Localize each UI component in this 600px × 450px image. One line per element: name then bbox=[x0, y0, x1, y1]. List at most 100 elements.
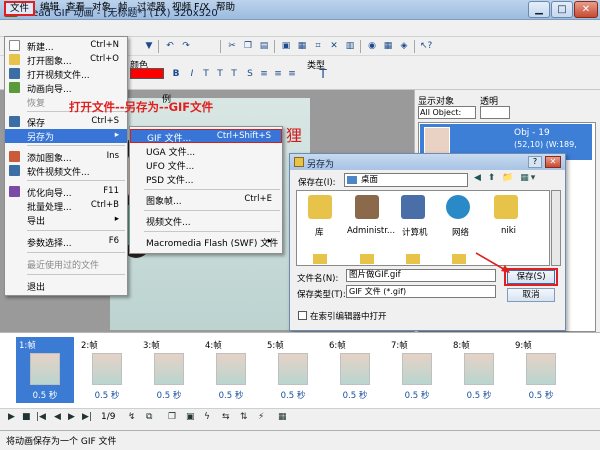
menu-object[interactable]: 对象 bbox=[88, 1, 115, 16]
add-frame-icon[interactable]: ↯ bbox=[128, 412, 136, 422]
menu-file[interactable]: 文件 bbox=[4, 1, 36, 16]
delete-icon[interactable]: ✕ bbox=[328, 40, 340, 52]
frame-properties-icon[interactable]: ▣ bbox=[186, 412, 195, 422]
bold-icon[interactable]: B bbox=[170, 68, 182, 80]
align-center-icon[interactable]: ≡ bbox=[272, 68, 284, 80]
redo-icon[interactable]: ↷ bbox=[180, 40, 192, 52]
file-menu-open-image[interactable]: 打开图象... Ctrl+O bbox=[5, 53, 127, 67]
help-pointer-icon[interactable]: ↖? bbox=[420, 40, 432, 52]
transition-icon[interactable]: ⇅ bbox=[240, 412, 248, 422]
stop-icon[interactable]: ■ bbox=[22, 412, 31, 422]
folder-icon[interactable] bbox=[452, 254, 466, 264]
menu-edit[interactable]: 编辑 bbox=[36, 1, 63, 16]
save-as-uga[interactable]: UGA 文件... bbox=[130, 144, 282, 158]
save-as-video[interactable]: 视频文件... bbox=[130, 214, 282, 228]
properties-icon[interactable]: ▥ bbox=[344, 40, 356, 52]
menu-frame[interactable]: 帧 bbox=[114, 1, 132, 16]
file-menu-wizard[interactable]: 动画向导... bbox=[5, 81, 127, 95]
library-folder-icon[interactable] bbox=[308, 195, 332, 219]
effect-icon[interactable]: ⚡ bbox=[258, 412, 264, 422]
frame-thumbnail[interactable]: 2:帧 0.5 秒 bbox=[78, 337, 136, 403]
align-right-icon[interactable]: ≡ bbox=[286, 68, 298, 80]
filetype-select[interactable]: GIF 文件 (*.gif) bbox=[346, 285, 496, 298]
network-icon[interactable] bbox=[446, 195, 470, 219]
minimize-button[interactable]: ▁ bbox=[528, 1, 550, 18]
text-style2-icon[interactable]: T bbox=[228, 68, 240, 80]
niki-folder-icon[interactable] bbox=[494, 195, 518, 219]
folder-icon[interactable] bbox=[406, 254, 420, 264]
optimize-icon[interactable]: ◈ bbox=[398, 40, 410, 52]
dialog-close-button[interactable]: ✕ bbox=[545, 156, 561, 168]
delete-frame-icon[interactable]: ❐ bbox=[168, 412, 176, 422]
text-style-icon[interactable]: T bbox=[214, 68, 226, 80]
file-menu-open-video[interactable]: 打开视频文件... bbox=[5, 67, 127, 81]
menu-video-fx[interactable]: 视频 F/X bbox=[168, 1, 213, 16]
save-as-image-frames[interactable]: 图象帧... Ctrl+E bbox=[130, 193, 282, 207]
web-icon[interactable]: ◉ bbox=[366, 40, 378, 52]
image-icon[interactable]: ▦ bbox=[296, 40, 308, 52]
prev-frame-icon[interactable]: ◀ bbox=[54, 412, 61, 422]
text-size-icon[interactable]: T bbox=[200, 68, 212, 80]
file-menu-save-as[interactable]: 另存为 ▸ bbox=[5, 129, 127, 143]
dialog-help-button[interactable]: ? bbox=[528, 156, 542, 168]
file-menu-add-image[interactable]: 添加图象... Ins bbox=[5, 150, 127, 164]
save-as-swf[interactable]: Macromedia Flash (SWF) 文件 ▸ bbox=[130, 235, 282, 249]
italic-icon[interactable]: I bbox=[186, 68, 198, 80]
next-frame-icon[interactable]: ▶ bbox=[68, 412, 75, 422]
copy-frame-icon[interactable]: ⧉ bbox=[146, 412, 152, 422]
file-menu-save[interactable]: 保存 Ctrl+S bbox=[5, 115, 127, 129]
frame-icon[interactable]: ▣ bbox=[280, 40, 292, 52]
align-left-icon[interactable]: ≡ bbox=[258, 68, 270, 80]
first-frame-icon[interactable]: |◀ bbox=[36, 412, 46, 422]
crop-icon[interactable]: ⌗ bbox=[312, 40, 324, 52]
frame-thumbnail[interactable]: 8:帧 0.5 秒 bbox=[450, 337, 508, 403]
file-menu-optimize-wizard[interactable]: 优化向导... F11 bbox=[5, 185, 127, 199]
frame-thumbnail[interactable]: 4:帧 0.5 秒 bbox=[202, 337, 260, 403]
play-icon[interactable]: ▶ bbox=[8, 412, 15, 422]
folder-icon[interactable] bbox=[313, 254, 327, 264]
menu-view[interactable]: 查看 bbox=[62, 1, 89, 16]
underline-icon[interactable]: S bbox=[244, 68, 256, 80]
user-folder-icon[interactable] bbox=[355, 195, 379, 219]
computer-icon[interactable] bbox=[401, 195, 425, 219]
paste-icon[interactable]: ▤ bbox=[258, 40, 270, 52]
flash-icon[interactable]: ϟ bbox=[204, 412, 210, 422]
objects-filter-select[interactable]: All Object: bbox=[418, 106, 476, 119]
maximize-button[interactable]: □ bbox=[551, 1, 573, 18]
frame-thumbnail[interactable]: 5:帧 0.5 秒 bbox=[264, 337, 322, 403]
save-as-gif[interactable]: GIF 文件... Ctrl+Shift+S bbox=[130, 129, 282, 144]
folder-icon[interactable] bbox=[360, 254, 374, 264]
dialog-nav-buttons[interactable]: ◀ ⬆ 📁 ▦▾ bbox=[474, 173, 544, 187]
frame-thumbnail[interactable]: 7:帧 0.5 秒 bbox=[388, 337, 446, 403]
menu-help[interactable]: 帮助 bbox=[212, 1, 239, 16]
tween-icon[interactable]: ⇆ bbox=[222, 412, 230, 422]
file-menu-exit[interactable]: 退出 bbox=[5, 279, 127, 293]
cut-icon[interactable]: ✂ bbox=[226, 40, 238, 52]
menu-filter[interactable]: 过滤器 bbox=[133, 1, 170, 16]
undo-icon[interactable]: ↶ bbox=[164, 40, 176, 52]
paint-icon[interactable]: ▼ bbox=[143, 40, 155, 52]
copy-icon[interactable]: ❐ bbox=[242, 40, 254, 52]
save-button[interactable]: 保存(S) bbox=[507, 270, 555, 284]
file-menu-batch[interactable]: 批量处理... Ctrl+B bbox=[5, 199, 127, 213]
file-menu-export[interactable]: 导出 ▸ bbox=[5, 213, 127, 227]
save-as-psd[interactable]: PSD 文件... bbox=[130, 172, 282, 186]
layer-icon[interactable]: ▦ bbox=[278, 412, 287, 422]
preview-icon[interactable]: ▦ bbox=[382, 40, 394, 52]
save-as-ufo[interactable]: UFO 文件... bbox=[130, 158, 282, 172]
file-menu-add-video[interactable]: 软件视频文件... bbox=[5, 164, 127, 178]
cancel-button[interactable]: 取消 bbox=[507, 288, 555, 302]
frame-thumbnail[interactable]: 6:帧 0.5 秒 bbox=[326, 337, 384, 403]
file-browser-scrollbar[interactable] bbox=[551, 190, 561, 266]
text-type-icon[interactable]: T bbox=[317, 68, 329, 80]
save-in-select[interactable]: 桌面 bbox=[344, 173, 468, 187]
frame-thumbnail[interactable]: 9:帧 0.5 秒 bbox=[512, 337, 570, 403]
file-menu-preferences[interactable]: 参数选择... F6 bbox=[5, 235, 127, 249]
frame-thumbnail[interactable]: 1:帧 0.5 秒 bbox=[16, 337, 74, 403]
frame-thumbnail[interactable]: 3:帧 0.5 秒 bbox=[140, 337, 198, 403]
open-in-index-editor-checkbox[interactable] bbox=[298, 311, 307, 320]
color-swatch[interactable] bbox=[130, 68, 164, 79]
close-button[interactable]: ✕ bbox=[574, 1, 598, 18]
file-menu-new[interactable]: 新建... Ctrl+N bbox=[5, 39, 127, 53]
opacity-input[interactable] bbox=[480, 106, 510, 119]
